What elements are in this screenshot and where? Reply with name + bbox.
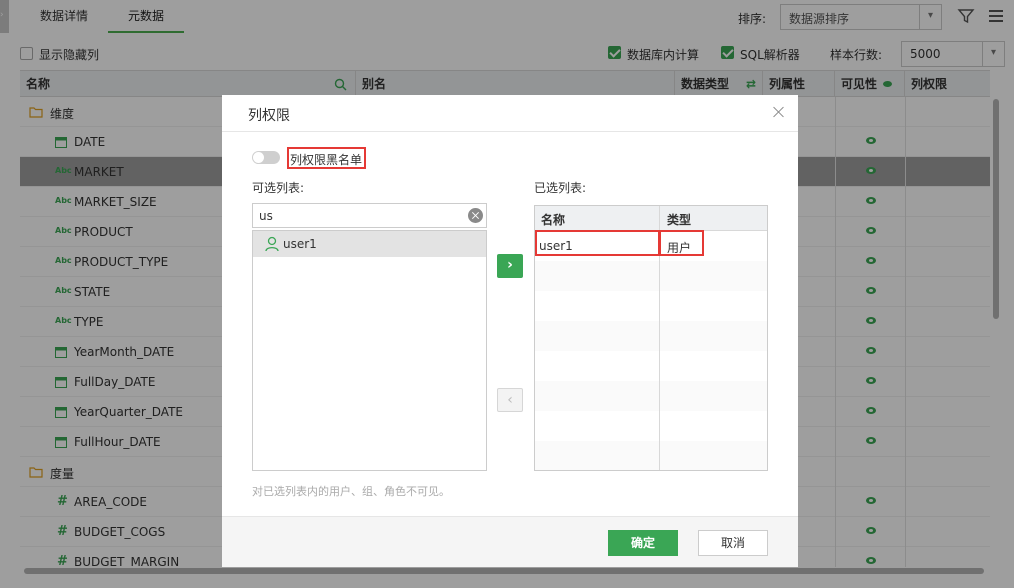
search-field (252, 203, 487, 228)
search-input[interactable] (259, 207, 459, 225)
empty-row (535, 291, 767, 321)
dialog-title: 列权限 (248, 108, 290, 124)
user-icon (265, 236, 279, 252)
selected-col-name: 名称 (541, 213, 566, 227)
empty-row (535, 381, 767, 411)
cancel-button[interactable]: 取消 (698, 530, 768, 556)
list-item[interactable]: user1 (253, 231, 486, 257)
blacklist-toggle[interactable] (252, 151, 280, 164)
hint-text: 对已选列表内的用户、组、角色不可见。 (252, 485, 450, 498)
empty-row (535, 411, 767, 441)
column-permission-dialog: 列权限 列权限黑名单 可选列表: 已选列表: user1 › ‹ 名称 类型 u… (222, 95, 798, 567)
annotation-highlight-box (535, 230, 661, 256)
available-list: user1 (252, 230, 487, 471)
available-list-label: 可选列表: (252, 181, 305, 195)
blacklist-label: 列权限黑名单 (290, 153, 363, 167)
empty-row (535, 261, 767, 291)
empty-row (535, 441, 767, 470)
add-to-selected-button[interactable]: › (497, 254, 523, 278)
dialog-footer: 确定 取消 (222, 516, 798, 567)
list-item-label: user1 (283, 237, 317, 251)
divider (222, 131, 798, 132)
selected-table-header: 名称 类型 (535, 206, 767, 231)
selected-list-label: 已选列表: (534, 181, 587, 195)
annotation-highlight-box (658, 230, 704, 256)
remove-from-selected-button[interactable]: ‹ (497, 388, 523, 412)
confirm-button[interactable]: 确定 (608, 530, 678, 556)
empty-row (535, 321, 767, 351)
empty-row (535, 351, 767, 381)
selected-col-type: 类型 (667, 213, 692, 227)
close-icon[interactable] (772, 105, 786, 119)
clear-icon[interactable] (468, 208, 483, 223)
